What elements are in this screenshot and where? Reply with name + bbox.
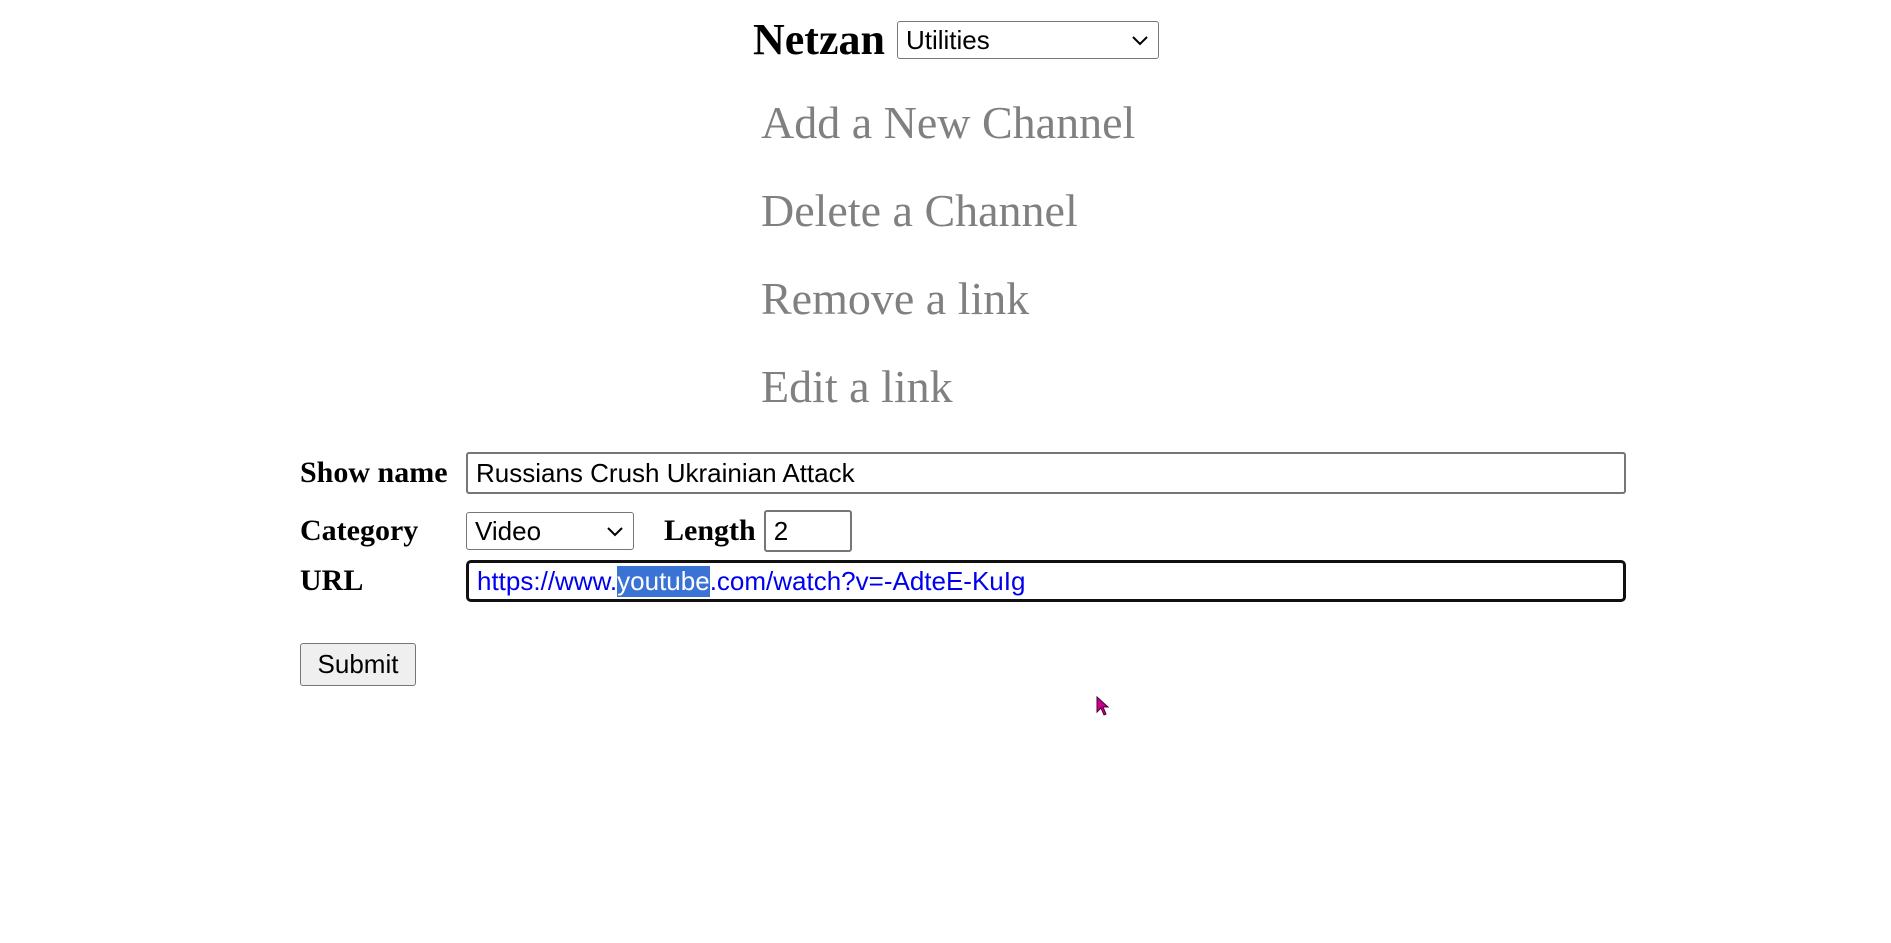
category-select[interactable]: Video xyxy=(466,512,634,550)
chevron-down-icon xyxy=(1132,36,1148,46)
url-value-prefix: https://www. xyxy=(477,565,618,596)
utilities-menu: Add a New Channel Delete a Channel Remov… xyxy=(761,96,1135,448)
category-label: Category xyxy=(300,514,419,547)
url-selected-text: youtube xyxy=(617,565,710,597)
delete-channel-link[interactable]: Delete a Channel xyxy=(761,184,1135,272)
site-title: Netzan xyxy=(753,15,885,64)
add-channel-link[interactable]: Add a New Channel xyxy=(761,96,1135,184)
url-input[interactable]: https://www. youtube .com/watch?v=-AdteE-K… xyxy=(466,560,1626,602)
utilities-select-value: Utilities xyxy=(905,24,990,55)
category-select-value: Video xyxy=(475,515,542,546)
url-value-suffix: .com/watch?v=-AdteE-KuIg xyxy=(709,565,1026,596)
url-label: URL xyxy=(300,564,364,597)
length-value: 2 xyxy=(773,515,789,546)
category-row: Category Video Length 2 xyxy=(300,510,852,552)
remove-link-link[interactable]: Remove a link xyxy=(761,272,1135,360)
show-name-row: Show name Russians Crush Ukrainian Attac… xyxy=(300,452,1626,494)
show-name-input[interactable]: Russians Crush Ukrainian Attack xyxy=(466,452,1626,494)
utilities-select[interactable]: Utilities xyxy=(896,21,1159,59)
chevron-down-icon xyxy=(607,527,623,537)
show-name-value: Russians Crush Ukrainian Attack xyxy=(476,457,855,488)
show-name-label: Show name xyxy=(300,456,448,489)
edit-link-link[interactable]: Edit a link xyxy=(761,360,1135,448)
mouse-pointer-icon xyxy=(1096,696,1110,716)
submit-button[interactable]: Submit xyxy=(300,643,416,686)
length-label: Length xyxy=(664,514,756,547)
page-header: Netzan Utilities xyxy=(753,14,1159,66)
length-input[interactable]: 2 xyxy=(763,510,852,552)
url-row: URL https://www. youtube .com/watch?v=-Adt… xyxy=(300,560,1626,602)
